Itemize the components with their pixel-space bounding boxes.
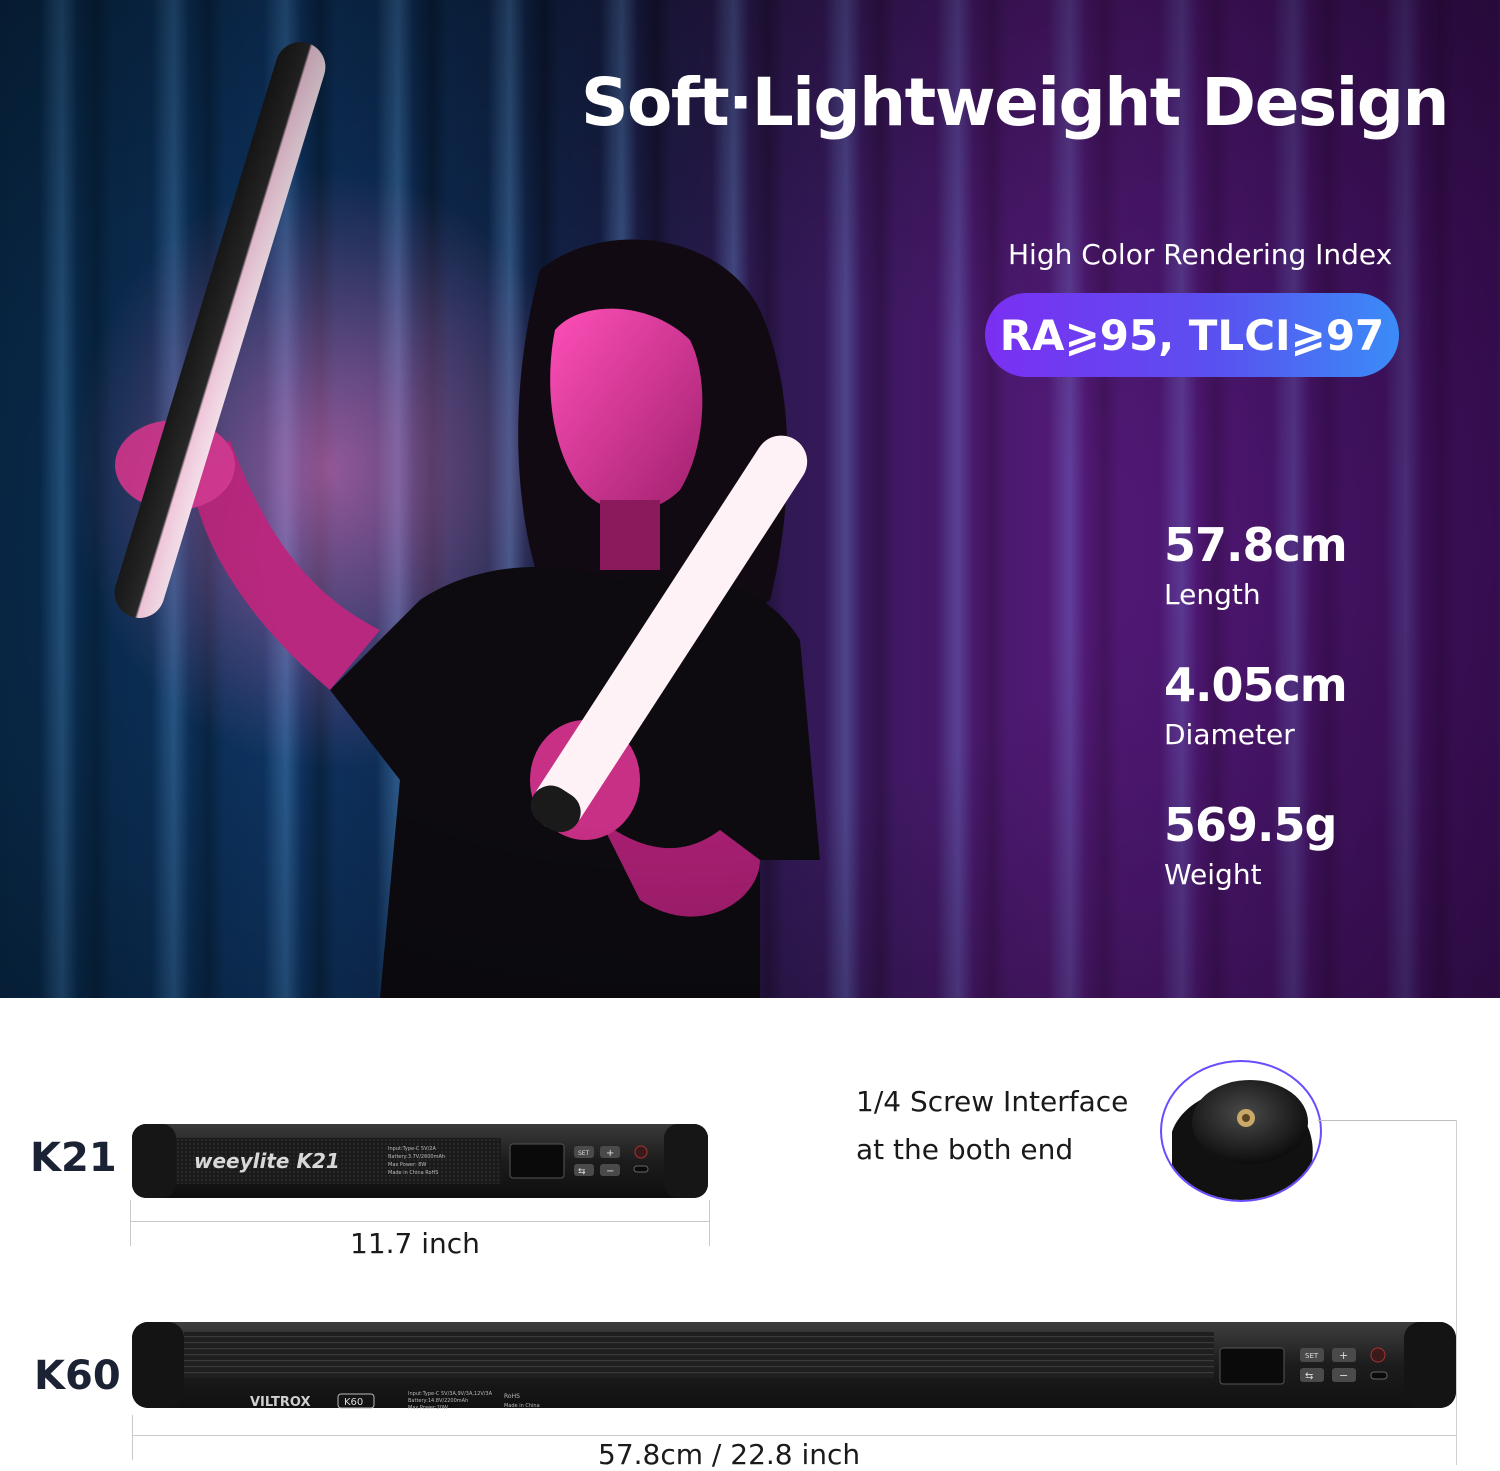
k21-usb-port <box>633 1165 649 1173</box>
k60-model-badge: K60 <box>344 1397 363 1408</box>
k60-usb-port <box>1370 1371 1388 1380</box>
k60-brand: VILTROX <box>250 1395 311 1410</box>
k21-display-screen <box>509 1143 565 1179</box>
cri-value-badge: RA⩾95, TLCI⩾97 <box>985 293 1399 377</box>
k21-label: K21 <box>30 1135 117 1181</box>
svg-text:⇆: ⇆ <box>1305 1371 1313 1382</box>
k21-dimension: 11.7 inch <box>350 1227 480 1260</box>
k21-fine-print: Input:Type-C 5V/2A <box>388 1146 436 1152</box>
screw-connector-line <box>1456 1120 1457 1465</box>
k60-light-tube: VILTROX K60 Input:Type-C 5V/3A,9V/3A,12V… <box>132 1322 1456 1411</box>
k21-brand: weeylite K21 <box>194 1149 340 1173</box>
k21-fine-print: Battery:3.7V/2600mAh <box>388 1154 445 1160</box>
screw-mount-icon <box>1172 1080 1313 1200</box>
k21-light-tube: weeylite K21 Input:Type-C 5V/2A Battery:… <box>132 1124 708 1198</box>
svg-text:+: + <box>606 1148 614 1159</box>
spec-label: Length <box>1164 578 1261 611</box>
svg-text:+: + <box>1339 1349 1348 1362</box>
spec-value: 57.8cm <box>1164 518 1348 572</box>
screw-mount-closeup <box>1160 1060 1322 1202</box>
svg-text:SET: SET <box>578 1150 590 1157</box>
screw-connector-line <box>1318 1120 1456 1121</box>
hero-banner: Soft·Lightweight Design High Color Rende… <box>0 0 1500 998</box>
svg-text:SET: SET <box>1305 1352 1319 1360</box>
k60-fine-print: Max Power:20W <box>408 1405 448 1411</box>
spec-label: Diameter <box>1164 718 1295 751</box>
screw-caption-line-1: 1/4 Screw Interface <box>856 1085 1129 1118</box>
k60-dimension-line <box>132 1435 1456 1436</box>
spec-diameter: 4.05cm Diameter <box>1164 658 1348 751</box>
k21-dimension-line <box>130 1221 710 1222</box>
spec-weight: 569.5g Weight <box>1164 798 1337 891</box>
k60-power-button[interactable] <box>1370 1347 1386 1363</box>
svg-text:−: − <box>1339 1369 1348 1382</box>
k60-fine-print: Input:Type-C 5V/3A,9V/3A,12V/3A <box>408 1391 493 1397</box>
k60-display-screen <box>1219 1347 1285 1385</box>
spec-label: Weight <box>1164 858 1262 891</box>
spec-value: 4.05cm <box>1164 658 1348 712</box>
k21-fine-print: Max Power: 8W <box>388 1162 426 1168</box>
k60-rohs: RoHS <box>504 1393 520 1400</box>
k21-power-button[interactable] <box>634 1145 648 1159</box>
cri-label: High Color Rendering Index <box>1008 238 1393 271</box>
k60-made-in: Made in China <box>504 1403 540 1409</box>
spec-value: 569.5g <box>1164 798 1337 852</box>
screw-caption-line-2: at the both end <box>856 1133 1074 1166</box>
dimension-tick <box>709 1200 710 1246</box>
dimension-tick <box>130 1200 131 1246</box>
k21-fine-print: Made in China RoHS <box>388 1170 438 1176</box>
spec-length: 57.8cm Length <box>1164 518 1348 611</box>
k60-dimension: 57.8cm / 22.8 inch <box>598 1438 861 1471</box>
svg-text:⇆: ⇆ <box>578 1167 586 1177</box>
dimension-tick <box>132 1415 133 1460</box>
screw-interface-caption: 1/4 Screw Interface at the both end <box>856 1078 1128 1174</box>
svg-text:−: − <box>606 1166 614 1177</box>
k60-fine-print: Battery:14.8V/2200mAh <box>408 1398 468 1404</box>
hero-title: Soft·Lightweight Design <box>581 64 1449 141</box>
k60-label: K60 <box>34 1353 121 1399</box>
